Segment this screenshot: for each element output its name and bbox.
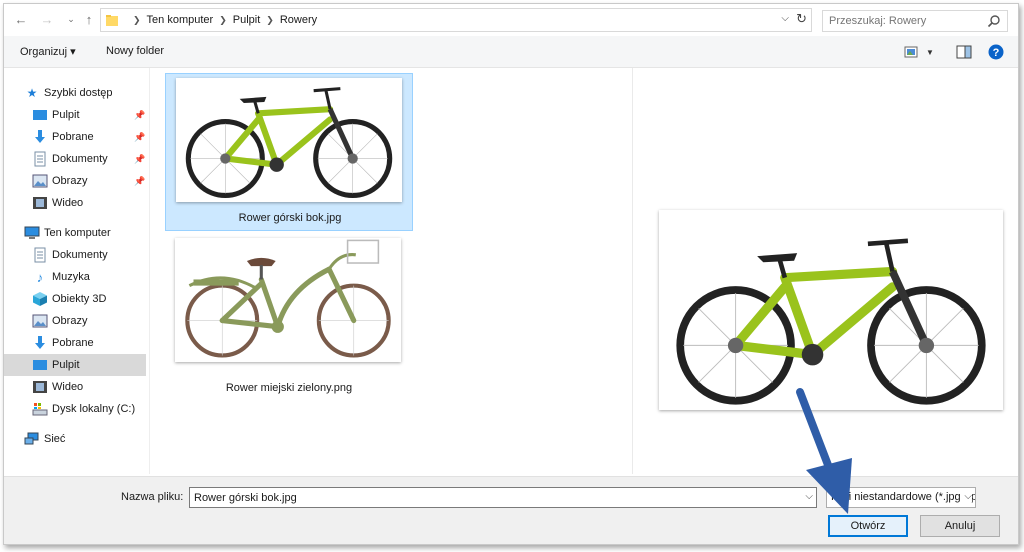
sidebar-item-desktop-pinned[interactable]: Pulpit 📌 <box>4 104 146 126</box>
pictures-icon <box>32 174 48 188</box>
sidebar-item-documents[interactable]: Dokumenty <box>4 244 146 266</box>
filename-label: Nazwa pliku: <box>121 491 184 503</box>
mountain-bike-image <box>176 78 402 202</box>
dialog-footer: Nazwa pliku: ⌵ Pliki niestandardowe (*.j… <box>4 476 1018 544</box>
sidebar-item-downloads[interactable]: Pobrane <box>4 332 146 354</box>
file-open-dialog: ← → ⌄ ↑ ❯ Ten komputer ❯ Pulpit ❯ Rowery… <box>3 3 1019 545</box>
file-name-label: Rower miejski zielony.png <box>225 382 353 394</box>
sidebar-item-network[interactable]: Sieć <box>4 428 146 450</box>
desktop-icon <box>33 110 47 120</box>
breadcrumb-chevron-icon[interactable]: ❯ <box>219 15 227 26</box>
preview-image <box>659 210 1003 410</box>
recent-locations-chevron-icon[interactable]: ⌄ <box>62 10 80 28</box>
organize-button[interactable]: Organizuj ▾ <box>20 45 76 58</box>
sidebar-item-documents-pinned[interactable]: Dokumenty 📌 <box>4 148 146 170</box>
new-folder-button[interactable]: Nowy folder <box>106 45 164 57</box>
sidebar-item-quick-access[interactable]: ★ Szybki dostęp <box>4 82 146 104</box>
change-view-icon[interactable] <box>904 45 920 59</box>
address-dropdown-icon[interactable]: ⌵ <box>781 13 789 24</box>
sidebar-item-desktop[interactable]: Pulpit <box>4 354 146 376</box>
sidebar-item-music[interactable]: ♪ Muzyka <box>4 266 146 288</box>
file-type-value: Pliki niestandardowe (*.jpg;*.pr <box>831 491 976 503</box>
view-options: ▼ ? <box>904 43 1004 61</box>
up-arrow-icon[interactable]: ↑ <box>80 10 98 28</box>
download-icon <box>35 336 45 349</box>
network-icon <box>24 432 39 445</box>
sidebar-item-3d-objects[interactable]: Obiekty 3D <box>4 288 146 310</box>
file-type-dropdown-icon[interactable]: ⌵ <box>961 491 972 502</box>
breadcrumb-chevron-icon[interactable]: ❯ <box>266 15 274 26</box>
breadcrumb-item[interactable]: Pulpit <box>233 14 261 26</box>
sidebar-item-pictures[interactable]: Obrazy <box>4 310 146 332</box>
breadcrumb-chevron-icon[interactable]: ❯ <box>133 15 141 26</box>
back-arrow-icon[interactable]: ← <box>12 10 30 28</box>
preview-pane <box>632 68 1018 474</box>
pin-icon[interactable]: 📌 <box>134 132 145 143</box>
filename-dropdown-icon[interactable]: ⌵ <box>805 491 813 502</box>
download-icon <box>35 130 45 143</box>
sidebar-item-downloads-pinned[interactable]: Pobrane 📌 <box>4 126 146 148</box>
file-type-select[interactable]: Pliki niestandardowe (*.jpg;*.pr ⌵ <box>826 487 976 508</box>
music-icon: ♪ <box>36 269 44 285</box>
mountain-bike-preview-image <box>659 210 1003 410</box>
filename-field[interactable]: ⌵ <box>189 487 817 508</box>
folder-icon <box>106 15 118 26</box>
breadcrumb-item[interactable]: Rowery <box>280 14 317 26</box>
bike-thumbnail-image <box>175 238 401 362</box>
search-icon[interactable] <box>987 14 1001 28</box>
view-dropdown-icon[interactable]: ▼ <box>926 48 934 57</box>
cancel-button[interactable]: Anuluj <box>920 515 1000 537</box>
document-icon <box>34 151 46 167</box>
pin-icon[interactable]: 📌 <box>134 110 145 121</box>
bike-thumbnail-image <box>176 78 402 202</box>
file-list: Rower górski bok.jpg Rower miejski zielo… <box>151 68 631 474</box>
drive-icon <box>32 403 48 416</box>
breadcrumb-item[interactable]: Ten komputer <box>147 14 214 26</box>
address-row: ← → ⌄ ↑ ❯ Ten komputer ❯ Pulpit ❯ Rowery… <box>4 4 1018 36</box>
breadcrumb: ❯ Ten komputer ❯ Pulpit ❯ Rowery <box>127 9 317 31</box>
svg-text:?: ? <box>993 47 1000 59</box>
city-bike-image <box>175 238 401 362</box>
document-icon <box>34 247 46 263</box>
file-name-label: Rower górski bok.jpg <box>238 212 342 224</box>
command-bar: Organizuj ▾ Nowy folder ▼ ? <box>4 36 1018 68</box>
search-input[interactable] <box>829 13 979 29</box>
navigation-pane: ★ Szybki dostęp Pulpit 📌 Pobrane 📌 Dokum… <box>4 68 150 474</box>
video-icon <box>33 197 47 209</box>
open-button[interactable]: Otwórz <box>828 515 908 537</box>
file-item-mountain-bike[interactable]: Rower górski bok.jpg <box>165 73 413 231</box>
cube-icon <box>33 292 47 306</box>
preview-pane-icon[interactable] <box>956 45 972 59</box>
sidebar-item-local-disk[interactable]: Dysk lokalny (C:) <box>4 398 146 420</box>
pin-icon[interactable]: 📌 <box>134 176 145 187</box>
refresh-icon[interactable]: ↻ <box>796 11 807 27</box>
pictures-icon <box>32 314 48 328</box>
sidebar-item-pictures-pinned[interactable]: Obrazy 📌 <box>4 170 146 192</box>
address-bar[interactable]: ❯ Ten komputer ❯ Pulpit ❯ Rowery ⌵ ↻ <box>100 8 812 32</box>
sidebar-item-videos-pc[interactable]: Wideo <box>4 376 146 398</box>
computer-icon <box>24 226 40 239</box>
video-icon <box>33 381 47 393</box>
desktop-icon <box>33 360 47 370</box>
forward-arrow-icon[interactable]: → <box>38 10 56 28</box>
filename-input[interactable] <box>194 490 794 505</box>
file-item-city-bike[interactable]: Rower miejski zielony.png <box>165 234 413 394</box>
sidebar-item-this-pc[interactable]: Ten komputer <box>4 222 146 244</box>
star-icon: ★ <box>26 86 38 100</box>
pin-icon[interactable]: 📌 <box>134 154 145 165</box>
search-box[interactable] <box>822 10 1008 32</box>
help-icon[interactable]: ? <box>988 44 1004 60</box>
sidebar-item-videos[interactable]: Wideo <box>4 192 146 214</box>
